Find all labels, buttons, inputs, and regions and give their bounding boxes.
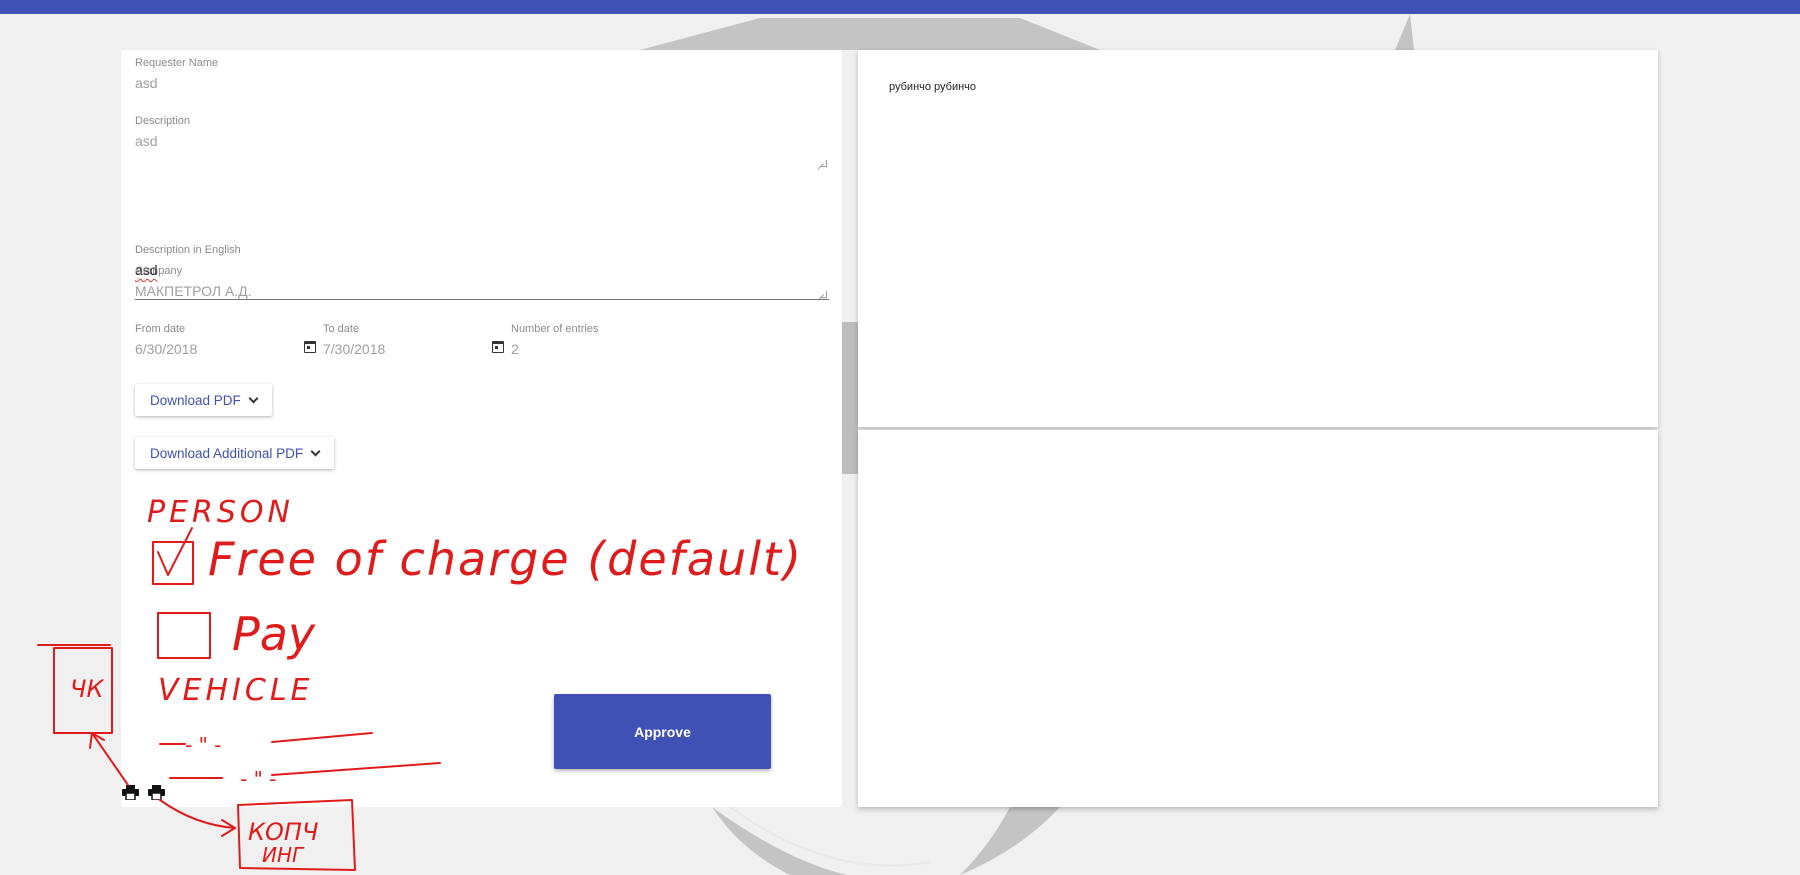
to-date-label: To date [323, 323, 360, 335]
from-date-field[interactable]: From date 6/30/2018 [135, 323, 316, 357]
chevron-down-icon [310, 446, 321, 456]
requester-name-label: Requester Name [135, 57, 219, 69]
requester-name-field[interactable]: Requester Name asd [135, 57, 829, 91]
entries-value: 2 [511, 341, 519, 357]
printer-icon[interactable] [122, 785, 139, 800]
approve-button[interactable]: Approve [554, 694, 771, 769]
preview-text: рубинчо рубинчо [889, 81, 977, 93]
company-value: МАКПЕТРОЛ А.Д. [135, 283, 252, 299]
company-field[interactable]: Company МАКПЕТРОЛ А.Д. [135, 265, 829, 299]
description-value: asd [135, 133, 158, 149]
from-date-value: 6/30/2018 [135, 341, 198, 357]
download-additional-pdf-button[interactable]: Download Additional PDF [135, 437, 335, 469]
requester-name-value: asd [135, 75, 158, 91]
description-label: Description [135, 115, 191, 127]
download-additional-pdf-label: Download Additional PDF [150, 445, 304, 461]
preview-panel-bottom [858, 430, 1658, 807]
preview-panel-top: рубинчо рубинчо [858, 50, 1658, 427]
entries-field[interactable]: Number of entries 2 [511, 323, 691, 357]
resize-handle-icon[interactable] [820, 160, 827, 167]
description-field[interactable]: Description asd [135, 115, 829, 169]
calendar-icon[interactable] [304, 341, 316, 353]
chevron-down-icon [248, 393, 259, 403]
download-pdf-label: Download PDF [150, 392, 241, 408]
from-date-label: From date [135, 323, 186, 335]
printer-icon[interactable] [148, 785, 165, 800]
download-pdf-button[interactable]: Download PDF [135, 384, 272, 416]
company-label: Company [135, 265, 183, 277]
calendar-icon[interactable] [492, 341, 504, 353]
to-date-field[interactable]: To date 7/30/2018 [323, 323, 504, 357]
description-english-label: Description in English [135, 244, 241, 256]
to-date-value: 7/30/2018 [323, 341, 386, 357]
field-underline [135, 299, 829, 300]
entries-label: Number of entries [511, 323, 599, 335]
